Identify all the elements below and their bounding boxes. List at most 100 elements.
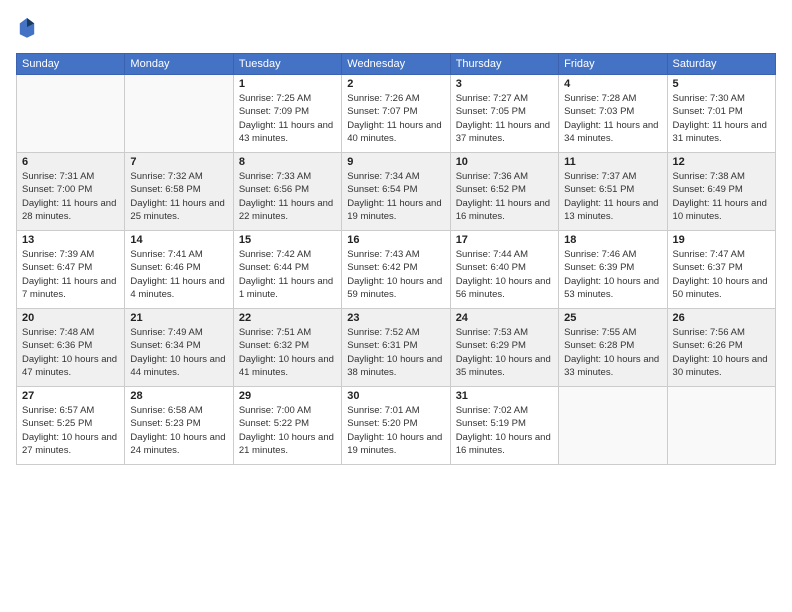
calendar-cell: 24Sunrise: 7:53 AMSunset: 6:29 PMDayligh… (450, 309, 558, 387)
day-info: Sunrise: 7:27 AMSunset: 7:05 PMDaylight:… (456, 92, 553, 145)
day-number: 11 (564, 156, 661, 168)
day-number: 4 (564, 78, 661, 90)
calendar-cell: 20Sunrise: 7:48 AMSunset: 6:36 PMDayligh… (17, 309, 125, 387)
calendar-cell: 12 Sunrise: 7:38 AMSunset: 6:49 PMDayligh… (667, 153, 775, 231)
day-number: 14 (130, 234, 227, 246)
week-row: 1 Sunrise: 7:25 AMSunset: 7:09 PMDaylight… (17, 75, 776, 153)
day-number: 28 (130, 390, 227, 402)
day-info: Sunrise: 7:01 AMSunset: 5:20 PMDaylight:… (347, 404, 444, 457)
day-number: 6 (22, 156, 119, 168)
day-number: 31 (456, 390, 553, 402)
day-number: 13 (22, 234, 119, 246)
header (16, 16, 776, 43)
calendar-cell: 8Sunrise: 7:33 AMSunset: 6:56 PMDaylight… (233, 153, 341, 231)
day-info: Sunrise: 7:55 AMSunset: 6:28 PMDaylight:… (564, 326, 661, 379)
day-number: 17 (456, 234, 553, 246)
day-number: 12 (673, 156, 770, 168)
col-header-monday: Monday (125, 54, 233, 75)
calendar-cell: 5 Sunrise: 7:30 AMSunset: 7:01 PMDaylight… (667, 75, 775, 153)
calendar-cell: 23 Sunrise: 7:52 AMSunset: 6:31 PMDayligh… (342, 309, 450, 387)
day-info: Sunrise: 6:58 AMSunset: 5:23 PMDaylight:… (130, 404, 227, 457)
calendar-cell: 21 Sunrise: 7:49 AMSunset: 6:34 PMDayligh… (125, 309, 233, 387)
day-number: 9 (347, 156, 444, 168)
day-info: Sunrise: 7:26 AMSunset: 7:07 PMDaylight:… (347, 92, 444, 145)
calendar-cell (667, 387, 775, 465)
day-number: 30 (347, 390, 444, 402)
day-info: Sunrise: 7:02 AMSunset: 5:19 PMDaylight:… (456, 404, 553, 457)
calendar-cell: 15Sunrise: 7:42 AMSunset: 6:44 PMDayligh… (233, 231, 341, 309)
calendar-cell: 2 Sunrise: 7:26 AMSunset: 7:07 PMDaylight… (342, 75, 450, 153)
logo (16, 16, 42, 43)
col-header-tuesday: Tuesday (233, 54, 341, 75)
calendar-cell: 18 Sunrise: 7:46 AMSunset: 6:39 PMDayligh… (559, 231, 667, 309)
day-info: Sunrise: 7:32 AMSunset: 6:58 PMDaylight:… (130, 170, 227, 223)
day-number: 21 (130, 312, 227, 324)
calendar-cell: 25Sunrise: 7:55 AMSunset: 6:28 PMDayligh… (559, 309, 667, 387)
calendar-cell: 26 Sunrise: 7:56 AMSunset: 6:26 PMDayligh… (667, 309, 775, 387)
day-info: Sunrise: 7:36 AMSunset: 6:52 PMDaylight:… (456, 170, 553, 223)
calendar-cell: 28 Sunrise: 6:58 AMSunset: 5:23 PMDayligh… (125, 387, 233, 465)
col-header-thursday: Thursday (450, 54, 558, 75)
day-info: Sunrise: 7:25 AMSunset: 7:09 PMDaylight:… (239, 92, 336, 145)
day-number: 3 (456, 78, 553, 90)
day-number: 10 (456, 156, 553, 168)
calendar-cell: 10 Sunrise: 7:36 AMSunset: 6:52 PMDayligh… (450, 153, 558, 231)
day-number: 8 (239, 156, 336, 168)
calendar-cell (559, 387, 667, 465)
calendar-header-row: SundayMondayTuesdayWednesdayThursdayFrid… (17, 54, 776, 75)
day-info: Sunrise: 7:49 AMSunset: 6:34 PMDaylight:… (130, 326, 227, 379)
day-info: Sunrise: 7:31 AMSunset: 7:00 PMDaylight:… (22, 170, 119, 223)
col-header-friday: Friday (559, 54, 667, 75)
calendar-cell: 4Sunrise: 7:28 AMSunset: 7:03 PMDaylight… (559, 75, 667, 153)
calendar-cell (125, 75, 233, 153)
calendar-cell: 17Sunrise: 7:44 AMSunset: 6:40 PMDayligh… (450, 231, 558, 309)
day-number: 24 (456, 312, 553, 324)
week-row: 27Sunrise: 6:57 AMSunset: 5:25 PMDayligh… (17, 387, 776, 465)
calendar-cell: 7 Sunrise: 7:32 AMSunset: 6:58 PMDaylight… (125, 153, 233, 231)
calendar-cell: 3 Sunrise: 7:27 AMSunset: 7:05 PMDaylight… (450, 75, 558, 153)
col-header-sunday: Sunday (17, 54, 125, 75)
day-info: Sunrise: 7:37 AMSunset: 6:51 PMDaylight:… (564, 170, 661, 223)
col-header-saturday: Saturday (667, 54, 775, 75)
logo-icon (18, 16, 36, 38)
day-number: 23 (347, 312, 444, 324)
day-info: Sunrise: 7:41 AMSunset: 6:46 PMDaylight:… (130, 248, 227, 301)
day-number: 7 (130, 156, 227, 168)
week-row: 6 Sunrise: 7:31 AMSunset: 7:00 PMDaylight… (17, 153, 776, 231)
calendar-cell: 27Sunrise: 6:57 AMSunset: 5:25 PMDayligh… (17, 387, 125, 465)
calendar-cell: 13 Sunrise: 7:39 AMSunset: 6:47 PMDayligh… (17, 231, 125, 309)
calendar-cell: 29 Sunrise: 7:00 AMSunset: 5:22 PMDayligh… (233, 387, 341, 465)
calendar-cell: 30 Sunrise: 7:01 AMSunset: 5:20 PMDayligh… (342, 387, 450, 465)
day-info: Sunrise: 7:56 AMSunset: 6:26 PMDaylight:… (673, 326, 770, 379)
day-number: 22 (239, 312, 336, 324)
day-number: 26 (673, 312, 770, 324)
day-number: 20 (22, 312, 119, 324)
day-info: Sunrise: 7:30 AMSunset: 7:01 PMDaylight:… (673, 92, 770, 145)
calendar-cell: 16Sunrise: 7:43 AMSunset: 6:42 PMDayligh… (342, 231, 450, 309)
day-info: Sunrise: 7:39 AMSunset: 6:47 PMDaylight:… (22, 248, 119, 301)
day-info: Sunrise: 7:46 AMSunset: 6:39 PMDaylight:… (564, 248, 661, 301)
day-info: Sunrise: 7:00 AMSunset: 5:22 PMDaylight:… (239, 404, 336, 457)
day-number: 15 (239, 234, 336, 246)
calendar-cell: 11 Sunrise: 7:37 AMSunset: 6:51 PMDayligh… (559, 153, 667, 231)
day-number: 5 (673, 78, 770, 90)
day-info: Sunrise: 7:52 AMSunset: 6:31 PMDaylight:… (347, 326, 444, 379)
day-info: Sunrise: 7:38 AMSunset: 6:49 PMDaylight:… (673, 170, 770, 223)
day-number: 1 (239, 78, 336, 90)
day-number: 16 (347, 234, 444, 246)
day-info: Sunrise: 7:51 AMSunset: 6:32 PMDaylight:… (239, 326, 336, 379)
day-number: 27 (22, 390, 119, 402)
day-number: 18 (564, 234, 661, 246)
calendar-cell (17, 75, 125, 153)
day-number: 29 (239, 390, 336, 402)
calendar-cell: 6 Sunrise: 7:31 AMSunset: 7:00 PMDaylight… (17, 153, 125, 231)
day-info: Sunrise: 7:34 AMSunset: 6:54 PMDaylight:… (347, 170, 444, 223)
calendar-cell: 1 Sunrise: 7:25 AMSunset: 7:09 PMDaylight… (233, 75, 341, 153)
col-header-wednesday: Wednesday (342, 54, 450, 75)
calendar-cell: 19 Sunrise: 7:47 AMSunset: 6:37 PMDayligh… (667, 231, 775, 309)
calendar-cell: 14 Sunrise: 7:41 AMSunset: 6:46 PMDayligh… (125, 231, 233, 309)
day-info: Sunrise: 7:47 AMSunset: 6:37 PMDaylight:… (673, 248, 770, 301)
day-number: 19 (673, 234, 770, 246)
week-row: 13 Sunrise: 7:39 AMSunset: 6:47 PMDayligh… (17, 231, 776, 309)
day-number: 2 (347, 78, 444, 90)
